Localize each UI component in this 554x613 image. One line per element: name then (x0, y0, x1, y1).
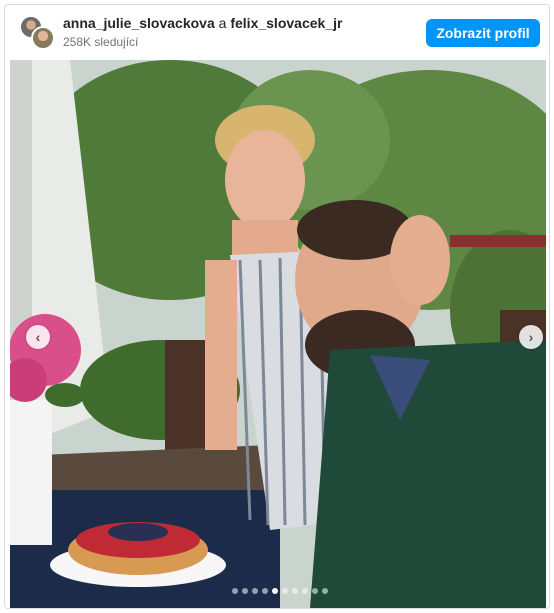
joiner-text: a (218, 15, 227, 31)
carousel-dot (312, 588, 318, 594)
avatar-group[interactable] (17, 14, 57, 52)
post-photo[interactable]: ‹ › (10, 60, 546, 608)
carousel-dot (262, 588, 268, 594)
carousel-dot (282, 588, 288, 594)
account-info: anna_julie_slovackova a felix_slovacek_j… (63, 14, 342, 50)
chevron-right-icon: › (528, 329, 534, 345)
carousel-dot (272, 588, 278, 594)
next-slide-button[interactable]: › (519, 325, 543, 349)
previous-slide-button[interactable]: ‹ (26, 325, 50, 349)
carousel-indicator (232, 588, 328, 594)
chevron-left-icon: ‹ (35, 329, 41, 345)
carousel-dot (232, 588, 238, 594)
avatar[interactable] (31, 26, 55, 50)
instagram-embed-card: anna_julie_slovackova a felix_slovacek_j… (4, 4, 550, 609)
username-link[interactable]: felix_slovacek_jr (230, 15, 342, 31)
post-header: anna_julie_slovackova a felix_slovacek_j… (5, 5, 549, 60)
username-link[interactable]: anna_julie_slovackova (63, 15, 215, 31)
photo-image (10, 60, 546, 608)
carousel-dot (242, 588, 248, 594)
view-profile-button[interactable]: Zobrazit profil (426, 19, 540, 47)
carousel-dot (292, 588, 298, 594)
carousel-dot (252, 588, 258, 594)
follower-count: 258K sledující (63, 35, 139, 49)
carousel-dot (322, 588, 328, 594)
carousel-dot (302, 588, 308, 594)
